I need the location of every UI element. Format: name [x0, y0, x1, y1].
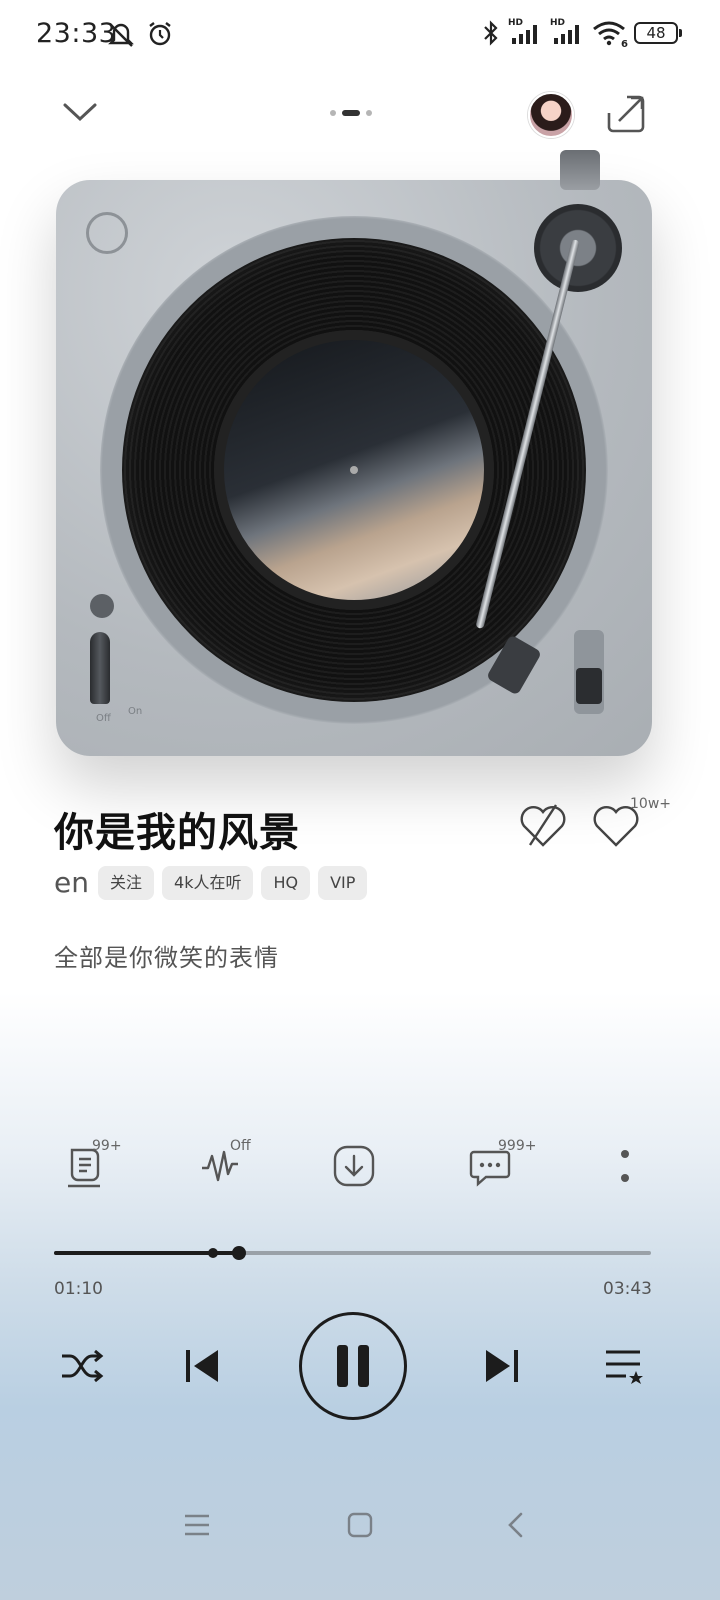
power-lever — [90, 632, 110, 704]
record-spindle — [350, 466, 358, 474]
skip-next-icon — [486, 1350, 518, 1382]
song-title: 你是我的风景 — [54, 810, 300, 856]
signal-icon — [554, 25, 579, 44]
download-button[interactable] — [328, 1140, 380, 1192]
bluetooth-icon — [484, 20, 498, 46]
download-icon — [333, 1145, 375, 1187]
status-right-icons: HD HD 6 48 — [482, 18, 682, 50]
back-arrow-icon — [508, 1512, 523, 1538]
listeners-tag[interactable]: 4k人在听 — [162, 866, 254, 900]
signal-strength-1: HD — [508, 18, 542, 46]
progress-buffer-dot — [208, 1248, 218, 1258]
deck-off-label: Off — [96, 713, 111, 724]
page-dot-active — [342, 110, 360, 116]
shuffle-button[interactable] — [52, 1336, 112, 1396]
share-button[interactable] — [604, 92, 648, 136]
pitch-slider-knob — [576, 668, 602, 704]
collapse-button[interactable] — [58, 94, 102, 130]
more-options-button[interactable] — [599, 1140, 651, 1192]
more-vertical-icon — [621, 1150, 629, 1182]
previous-button[interactable] — [172, 1336, 232, 1396]
pause-icon — [337, 1345, 369, 1387]
power-knob — [90, 594, 114, 618]
alarm-icon — [149, 22, 171, 46]
tonearm-rest — [560, 150, 600, 190]
nav-back-button[interactable] — [490, 1502, 540, 1548]
skip-previous-icon — [186, 1350, 218, 1382]
battery-indicator: 48 — [634, 22, 682, 44]
nav-menu-button[interactable] — [172, 1502, 222, 1548]
share-icon — [607, 95, 645, 133]
wifi-indicator: 6 — [592, 20, 628, 50]
artist-name[interactable]: en — [54, 866, 89, 899]
heart-broken-icon — [520, 804, 566, 847]
mute-icon — [108, 23, 134, 47]
song-tags: 关注 4k人在听 HQ VIP — [98, 866, 368, 900]
pause-button[interactable] — [299, 1312, 407, 1420]
status-time: 23:33 — [36, 18, 117, 49]
page-indicator — [330, 110, 372, 116]
signal-strength-2: HD — [550, 18, 584, 46]
like-count: 10w+ — [630, 796, 671, 812]
playlist-icon — [606, 1350, 643, 1384]
follow-button[interactable]: 关注 — [98, 866, 155, 900]
progress-thumb[interactable] — [232, 1246, 246, 1260]
playlist-button[interactable] — [594, 1336, 654, 1396]
signal-icon — [512, 25, 537, 44]
page-dot — [366, 110, 372, 116]
deck-on-label: On — [128, 706, 143, 717]
app-logo-icon — [86, 212, 128, 254]
vip-tag[interactable]: VIP — [318, 866, 368, 900]
current-lyric[interactable]: 全部是你微笑的表情 — [54, 938, 279, 973]
current-time: 01:10 — [54, 1279, 103, 1299]
nav-home-button[interactable] — [335, 1502, 385, 1548]
sound-effect-badge: Off — [230, 1138, 251, 1154]
status-left-icons — [106, 20, 174, 48]
menu-icon — [185, 1514, 209, 1536]
total-time: 03:43 — [603, 1279, 652, 1299]
home-square-icon — [347, 1512, 373, 1538]
chevron-down-icon — [63, 103, 97, 122]
comments-badge: 999+ — [498, 1138, 537, 1154]
shuffle-icon — [62, 1349, 104, 1383]
quality-tag[interactable]: HQ — [261, 866, 311, 900]
page-dot — [330, 110, 336, 116]
next-button[interactable] — [472, 1336, 532, 1396]
dislike-button[interactable] — [516, 800, 570, 850]
lyrics-badge: 99+ — [92, 1138, 122, 1154]
avatar[interactable] — [528, 92, 574, 138]
